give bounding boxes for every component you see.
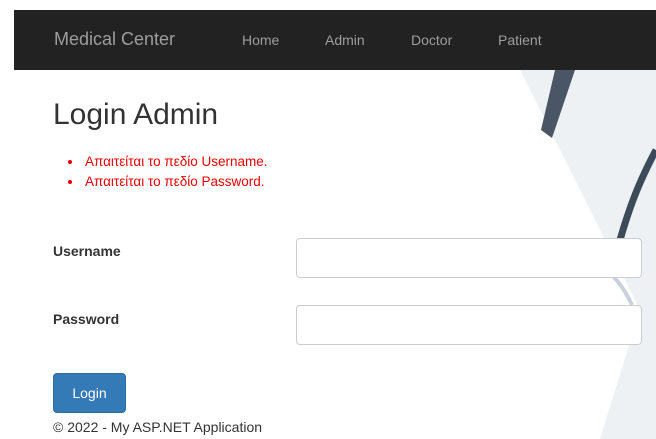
password-label: Password	[53, 311, 120, 327]
validation-error: Απαιτείται το πεδίο Username.	[83, 152, 268, 172]
brand-link[interactable]: Medical Center	[54, 29, 175, 50]
top-navbar: Medical Center Home Admin Doctor Patient	[14, 10, 656, 70]
nav-link-home[interactable]: Home	[242, 32, 279, 48]
username-label: Username	[53, 243, 121, 259]
username-input[interactable]	[296, 238, 642, 278]
page-title: Login Admin	[53, 98, 219, 131]
validation-summary: Απαιτείται το πεδίο Username. Απαιτείται…	[83, 152, 268, 192]
footer-text: © 2022 - My ASP.NET Application	[53, 419, 263, 435]
login-button[interactable]: Login	[53, 373, 126, 413]
nav-link-doctor[interactable]: Doctor	[411, 32, 452, 48]
nav-link-admin[interactable]: Admin	[325, 32, 365, 48]
validation-error: Απαιτείται το πεδίο Password.	[83, 172, 268, 192]
nav-link-patient[interactable]: Patient	[498, 32, 542, 48]
password-input[interactable]	[296, 305, 642, 345]
